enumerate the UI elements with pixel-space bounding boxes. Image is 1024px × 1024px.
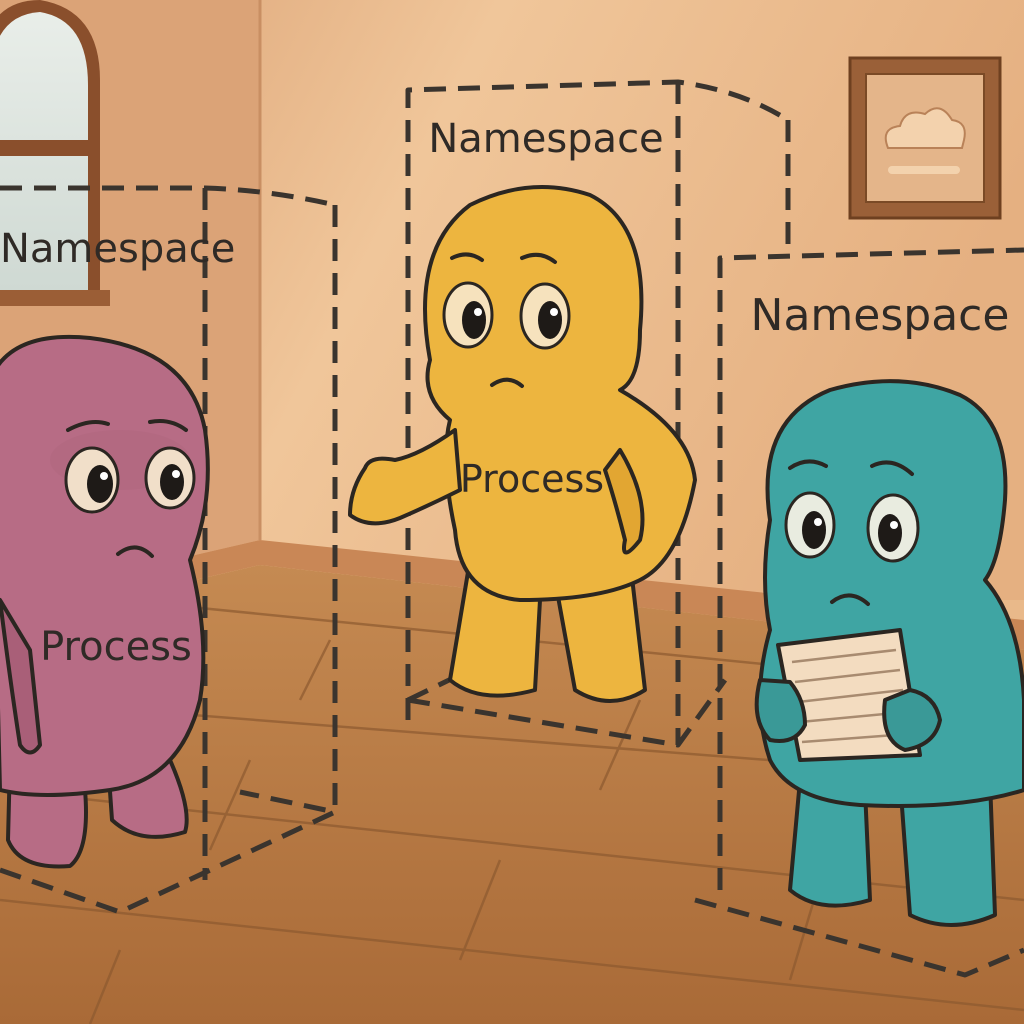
namespace-label-left: Namespace: [0, 226, 235, 272]
namespace-label-middle: Namespace: [428, 116, 663, 162]
process-character-left: Process: [0, 334, 210, 869]
illustration-scene: Process Namespace Process Namespace Name…: [0, 0, 1024, 1024]
process-label-left: Process: [40, 624, 192, 670]
process-label-middle: Process: [460, 457, 604, 501]
scene-canvas: Process Namespace Process Namespace Name…: [0, 0, 1024, 1024]
namespace-label-right: Namespace: [751, 290, 1010, 341]
framed-cloud-picture-icon: [848, 56, 1002, 220]
